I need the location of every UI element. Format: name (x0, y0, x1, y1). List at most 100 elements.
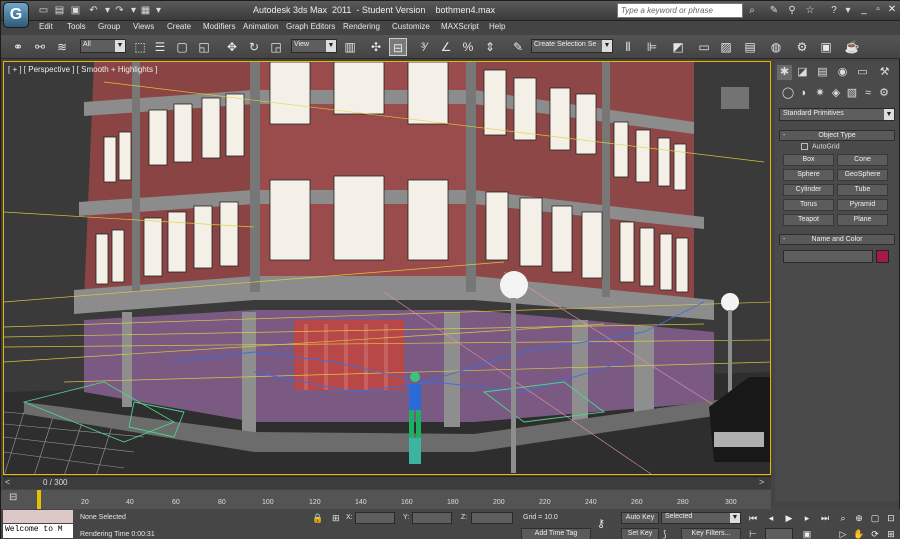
search-input[interactable]: Type a keyword or phrase (617, 3, 743, 18)
mini-curve-editor-icon[interactable]: ⊟ (9, 492, 17, 503)
track-bar[interactable]: ⊟ 20 40 60 80 100 120 140 160 180 200 22… (1, 490, 771, 510)
menu-create[interactable]: Create (167, 22, 191, 31)
geosphere-button[interactable]: GeoSphere (837, 169, 888, 181)
zoom-all-icon[interactable]: ⊕ (853, 512, 865, 524)
align-icon[interactable]: ⊫ (643, 38, 661, 56)
slider-left-arrow-icon[interactable]: < (5, 477, 10, 487)
menu-edit[interactable]: Edit (39, 22, 53, 31)
z-coordinate-field[interactable] (471, 512, 513, 524)
spinner-snap-icon[interactable]: ⇕ (481, 38, 499, 56)
new-file-icon[interactable]: ▭ (37, 4, 50, 17)
menu-modifiers[interactable]: Modifiers (203, 22, 235, 31)
absolute-mode-icon[interactable]: ⊞ (332, 513, 340, 524)
name-and-color-rollout[interactable]: - Name and Color (779, 234, 895, 245)
menu-graph-editors[interactable]: Graph Editors (286, 22, 335, 31)
layer-manager-icon[interactable]: ◩ (669, 38, 687, 56)
pan-icon[interactable]: ✋ (853, 528, 865, 539)
maxscript-listener-input[interactable]: Welcome to M (3, 524, 73, 538)
current-frame-field[interactable] (765, 528, 793, 539)
search-icon[interactable]: ⌕ (745, 4, 759, 18)
go-to-start-icon[interactable]: ⏮ (747, 512, 759, 524)
reference-coordinate-dropdown[interactable]: View ▼ (291, 39, 337, 53)
keyboard-shortcut-override-icon[interactable]: ⊟ (389, 38, 407, 56)
space-warps-icon[interactable]: ≈ (861, 86, 875, 100)
cameras-icon[interactable]: ◈ (829, 86, 843, 100)
cone-button[interactable]: Cone (837, 154, 888, 166)
communication-center-icon[interactable]: ⚲ (785, 4, 799, 18)
mirror-icon[interactable]: ⫴ (619, 38, 637, 56)
pyramid-button[interactable]: Pyramid (837, 199, 888, 211)
schematic-view-icon[interactable]: ▤ (741, 38, 759, 56)
plane-button[interactable]: Plane (837, 214, 888, 226)
select-object-icon[interactable]: ⬚ (131, 38, 149, 56)
orbit-icon[interactable]: ⟳ (869, 528, 881, 539)
material-editor-icon[interactable]: ◍ (767, 38, 785, 56)
render-production-icon[interactable]: ☕ (843, 38, 861, 56)
zoom-icon[interactable]: ⌕ (837, 512, 849, 524)
primitive-category-dropdown[interactable]: Standard Primitives ▼ (779, 108, 895, 121)
percent-snap-icon[interactable]: % (459, 38, 477, 56)
select-and-manipulate-icon[interactable]: ✣ (367, 38, 385, 56)
maximize-button[interactable]: ▫ (871, 3, 885, 16)
select-and-rotate-icon[interactable]: ↻ (245, 38, 263, 56)
utilities-tab-icon[interactable]: ⚒ (877, 65, 892, 80)
menu-views[interactable]: Views (133, 22, 154, 31)
key-filters-button[interactable]: Key Filters... (681, 528, 741, 539)
window-crossing-icon[interactable]: ◱ (195, 38, 213, 56)
angle-snap-icon[interactable]: ∠ (437, 38, 455, 56)
maxscript-output[interactable] (3, 510, 73, 523)
curve-editor-icon[interactable]: ▨ (717, 38, 735, 56)
close-button[interactable]: ✕ (885, 3, 899, 16)
teapot-button[interactable]: Teapot (783, 214, 834, 226)
slider-right-arrow-icon[interactable]: > (759, 477, 764, 487)
sphere-button[interactable]: Sphere (783, 169, 834, 181)
add-time-tag-button[interactable]: Add Time Tag (521, 528, 591, 539)
menu-animation[interactable]: Animation (243, 22, 279, 31)
auto-key-button[interactable]: Auto Key (621, 512, 659, 524)
maximize-viewport-icon[interactable]: ⊞ (885, 528, 897, 539)
create-tab-icon[interactable]: ✱ (777, 65, 792, 80)
current-frame-marker[interactable] (37, 490, 41, 510)
modify-tab-icon[interactable]: ◪ (795, 65, 810, 80)
go-to-end-icon[interactable]: ⏭ (819, 512, 831, 524)
previous-frame-icon[interactable]: ◂ (765, 512, 777, 524)
select-and-move-icon[interactable]: ✥ (223, 38, 241, 56)
tube-button[interactable]: Tube (837, 184, 888, 196)
save-file-icon[interactable]: ▣ (69, 4, 82, 17)
y-coordinate-field[interactable] (412, 512, 452, 524)
autogrid-checkbox[interactable]: AutoGrid (801, 143, 840, 150)
viewport-label[interactable]: [ + ] [ Perspective ] [ Smooth + Highlig… (8, 65, 157, 74)
redo-icon[interactable]: ↷ (113, 4, 126, 17)
lights-icon[interactable]: ✷ (813, 86, 827, 100)
object-type-rollout[interactable]: - Object Type (779, 130, 895, 141)
key-selection-dropdown[interactable]: Selected ▼ (661, 512, 741, 524)
time-configuration-icon[interactable]: ▣ (801, 528, 813, 539)
object-name-field[interactable] (783, 250, 873, 263)
display-tab-icon[interactable]: ▭ (855, 65, 870, 80)
hierarchy-tab-icon[interactable]: ▤ (815, 65, 830, 80)
menu-help[interactable]: Help (489, 22, 505, 31)
object-color-swatch[interactable] (876, 250, 889, 263)
rectangular-selection-icon[interactable]: ▢ (173, 38, 191, 56)
help-dropdown-icon[interactable]: ▾ (841, 4, 855, 18)
key-icon[interactable]: ⚷ (597, 517, 605, 530)
box-button[interactable]: Box (783, 154, 834, 166)
select-by-name-icon[interactable]: ☰ (151, 38, 169, 56)
shapes-icon[interactable]: ◗ (797, 86, 811, 100)
rendered-frame-window-icon[interactable]: ▣ (817, 38, 835, 56)
undo-icon[interactable]: ↶ (87, 4, 100, 17)
subscription-icon[interactable]: ✎ (767, 4, 781, 18)
menu-customize[interactable]: Customize (392, 22, 430, 31)
render-setup-icon[interactable]: ⚙ (793, 38, 811, 56)
lock-icon[interactable]: 🔒 (312, 513, 323, 524)
perspective-viewport[interactable]: [ + ] [ Perspective ] [ Smooth + Highlig… (3, 61, 771, 475)
pivot-center-icon[interactable]: ▥ (341, 38, 359, 56)
minimize-button[interactable]: _ (857, 3, 871, 16)
open-file-icon[interactable]: ▤ (53, 4, 66, 17)
geometry-icon[interactable]: ◯ (781, 86, 795, 100)
menu-rendering[interactable]: Rendering (343, 22, 380, 31)
favorites-icon[interactable]: ☆ (803, 4, 817, 18)
field-of-view-icon[interactable]: ▷ (837, 528, 849, 539)
key-mode-icon[interactable]: ⟆ (663, 529, 667, 539)
named-selection-dropdown[interactable]: Create Selection Se ▼ (531, 39, 613, 53)
